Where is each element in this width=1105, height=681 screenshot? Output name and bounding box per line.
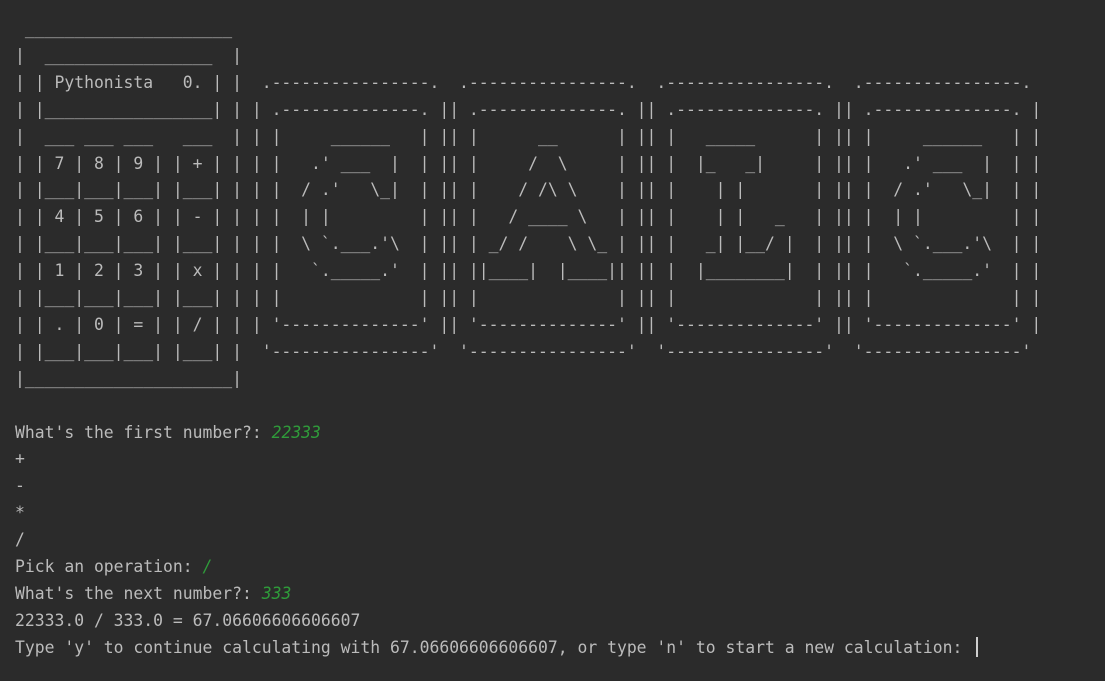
first-number-line: What's the first number?: 22333 <box>15 420 1095 447</box>
operation-input: / <box>202 557 213 577</box>
terminal-output: _____________________ | ________________… <box>15 16 1095 662</box>
next-number-prompt: What's the next number?: <box>15 583 262 603</box>
next-number-input: 333 <box>261 583 292 603</box>
operation-line: Pick an operation: / <box>15 554 1095 581</box>
first-number-prompt: What's the first number?: <box>15 422 272 442</box>
continue-prompt: Type 'y' to continue calculating with 67… <box>15 637 973 657</box>
operation-multiply: * <box>15 503 25 523</box>
text-cursor[interactable] <box>976 636 979 657</box>
first-number-input: 22333 <box>271 422 321 442</box>
continue-line[interactable]: Type 'y' to continue calculating with 67… <box>15 635 1095 662</box>
calculator-ascii-logo: _____________________ | ________________… <box>15 19 1042 388</box>
operation-prompt: Pick an operation: <box>15 557 203 577</box>
result-line: 22333.0 / 333.0 = 67.06606606606607 <box>15 610 361 630</box>
operation-plus: + <box>15 449 25 469</box>
next-number-line: What's the next number?: 333 <box>15 581 1095 608</box>
operation-minus: - <box>15 476 25 496</box>
operation-divide: / <box>15 530 25 550</box>
calculator-session: What's the first number?: 22333 + - * / … <box>15 420 1095 662</box>
